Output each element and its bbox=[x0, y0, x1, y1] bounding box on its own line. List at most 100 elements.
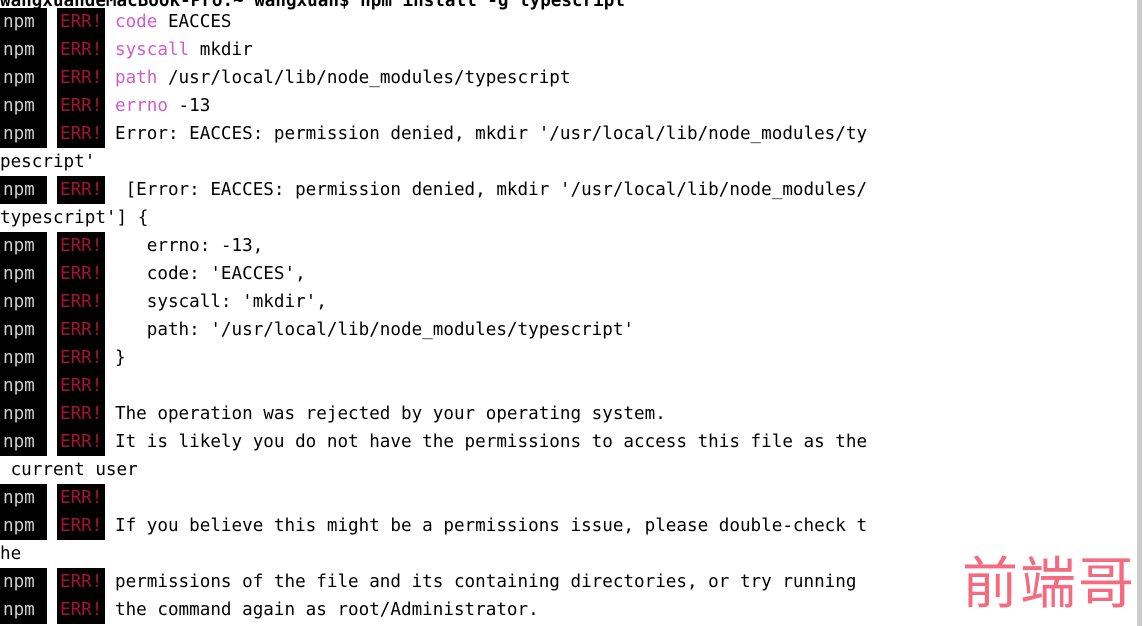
npm-error-line: npm ERR! If you believe this might be a p… bbox=[0, 512, 1140, 540]
npm-error-text: If you believe this might be a permissio… bbox=[115, 516, 868, 536]
prefix-spacer bbox=[105, 176, 115, 204]
prefix-spacer bbox=[105, 36, 115, 64]
prefix-spacer bbox=[105, 64, 115, 92]
npm-error-text: EACCES bbox=[157, 12, 232, 32]
npm-prefix-badge: npm bbox=[0, 428, 47, 456]
window-edge-divider bbox=[1137, 0, 1140, 626]
npm-error-text: permissions of the file and its containi… bbox=[115, 572, 857, 592]
prefix-spacer bbox=[105, 400, 115, 428]
prefix-spacer bbox=[105, 120, 115, 148]
err-prefix-badge: ERR! bbox=[57, 36, 105, 64]
npm-error-line: npm ERR! Error: EACCES: permission denied… bbox=[0, 120, 1140, 148]
err-prefix-badge: ERR! bbox=[57, 596, 105, 624]
prefix-spacer bbox=[105, 596, 115, 624]
npm-error-text: typescript'] { bbox=[0, 208, 149, 228]
npm-prefix-badge: npm bbox=[0, 260, 47, 288]
npm-prefix-badge: npm bbox=[0, 596, 47, 624]
npm-error-text: Error: EACCES: permission denied, mkdir … bbox=[115, 124, 868, 144]
terminal-window[interactable]: wangxuandeMacBook-Pro:~ wangxuan$ npm in… bbox=[0, 0, 1142, 626]
npm-error-line: npm ERR! [Error: EACCES: permission denie… bbox=[0, 176, 1140, 204]
prefix-spacer bbox=[105, 512, 115, 540]
npm-error-line-wrapped: current user bbox=[0, 456, 1140, 484]
npm-prefix-badge: npm bbox=[0, 92, 47, 120]
prefix-spacer bbox=[105, 232, 115, 260]
npm-error-text: path: '/usr/local/lib/node_modules/types… bbox=[115, 320, 635, 340]
err-prefix-badge: ERR! bbox=[57, 400, 105, 428]
err-prefix-badge: ERR! bbox=[57, 484, 105, 512]
npm-error-text: current user bbox=[0, 460, 138, 480]
npm-prefix-badge: npm bbox=[0, 64, 47, 92]
npm-error-line: npm ERR! errno -13 bbox=[0, 92, 1140, 120]
npm-error-line: npm ERR! path /usr/local/lib/node_modules… bbox=[0, 64, 1140, 92]
npm-error-line-wrapped: pescript' bbox=[0, 148, 1140, 176]
npm-prefix-badge: npm bbox=[0, 232, 47, 260]
err-prefix-badge: ERR! bbox=[57, 288, 105, 316]
err-prefix-badge: ERR! bbox=[57, 512, 105, 540]
prefix-spacer bbox=[105, 288, 115, 316]
prefix-spacer bbox=[105, 8, 115, 36]
npm-error-text: mkdir bbox=[189, 40, 253, 60]
npm-error-line: npm ERR! It is likely you do not have the… bbox=[0, 428, 1140, 456]
err-prefix-badge: ERR! bbox=[57, 64, 105, 92]
npm-error-line: npm ERR! errno: -13, bbox=[0, 232, 1140, 260]
npm-error-line: npm ERR! permissions of the file and its … bbox=[0, 568, 1140, 596]
err-prefix-badge: ERR! bbox=[57, 568, 105, 596]
err-prefix-badge: ERR! bbox=[57, 344, 105, 372]
npm-error-line: npm ERR! } bbox=[0, 344, 1140, 372]
npm-error-line: npm ERR! syscall mkdir bbox=[0, 36, 1140, 64]
err-prefix-badge: ERR! bbox=[57, 120, 105, 148]
prefix-spacer bbox=[105, 92, 115, 120]
err-prefix-badge: ERR! bbox=[57, 8, 105, 36]
err-prefix-badge: ERR! bbox=[57, 92, 105, 120]
npm-prefix-badge: npm bbox=[0, 512, 47, 540]
npm-prefix-badge: npm bbox=[0, 400, 47, 428]
npm-prefix-badge: npm bbox=[0, 36, 47, 64]
npm-error-line: npm ERR! syscall: 'mkdir', bbox=[0, 288, 1140, 316]
npm-error-text: } bbox=[115, 348, 126, 368]
err-prefix-badge: ERR! bbox=[57, 260, 105, 288]
npm-error-line: npm ERR! the command again as root/Admini… bbox=[0, 596, 1140, 624]
err-prefix-badge: ERR! bbox=[57, 428, 105, 456]
npm-prefix-badge: npm bbox=[0, 484, 47, 512]
npm-error-line: npm ERR! The operation was rejected by yo… bbox=[0, 400, 1140, 428]
npm-prefix-badge: npm bbox=[0, 344, 47, 372]
npm-error-keyword: syscall bbox=[115, 40, 190, 60]
npm-error-line: npm ERR! code: 'EACCES', bbox=[0, 260, 1140, 288]
npm-error-line: npm ERR! bbox=[0, 484, 1140, 512]
npm-error-text: [Error: EACCES: permission denied, mkdir… bbox=[115, 180, 868, 200]
npm-error-text: the command again as root/Administrator. bbox=[115, 600, 539, 620]
npm-prefix-badge: npm bbox=[0, 316, 47, 344]
npm-error-keyword: path bbox=[115, 68, 158, 88]
prefix-spacer bbox=[105, 428, 115, 456]
npm-error-line: npm ERR! path: '/usr/local/lib/node_modul… bbox=[0, 316, 1140, 344]
prefix-spacer bbox=[105, 316, 115, 344]
npm-error-line: npm ERR! bbox=[0, 372, 1140, 400]
terminal-output: npm ERR! code EACCES npm ERR! syscall mkdir… bbox=[0, 8, 1140, 624]
npm-error-line: npm ERR! code EACCES bbox=[0, 8, 1140, 36]
npm-prefix-badge: npm bbox=[0, 372, 47, 400]
npm-prefix-badge: npm bbox=[0, 176, 47, 204]
err-prefix-badge: ERR! bbox=[57, 176, 105, 204]
npm-error-text: The operation was rejected by your opera… bbox=[115, 404, 666, 424]
npm-error-line-wrapped: typescript'] { bbox=[0, 204, 1140, 232]
npm-prefix-badge: npm bbox=[0, 288, 47, 316]
prefix-spacer bbox=[105, 568, 115, 596]
npm-error-text: he bbox=[0, 544, 22, 564]
npm-error-text: code: 'EACCES', bbox=[115, 264, 306, 284]
prefix-spacer bbox=[105, 484, 115, 512]
npm-error-text: -13 bbox=[167, 96, 211, 116]
npm-error-text: It is likely you do not have the permiss… bbox=[115, 432, 868, 452]
npm-error-text: pescript' bbox=[0, 152, 96, 172]
prefix-spacer bbox=[105, 372, 115, 400]
err-prefix-badge: ERR! bbox=[57, 232, 105, 260]
npm-prefix-badge: npm bbox=[0, 120, 47, 148]
npm-error-text: syscall: 'mkdir', bbox=[115, 292, 327, 312]
npm-error-text: errno: -13, bbox=[115, 236, 264, 256]
npm-prefix-badge: npm bbox=[0, 8, 47, 36]
prefix-spacer bbox=[105, 344, 115, 372]
prefix-spacer bbox=[105, 260, 115, 288]
npm-error-text: /usr/local/lib/node_modules/typescript bbox=[157, 68, 571, 88]
npm-prefix-badge: npm bbox=[0, 568, 47, 596]
err-prefix-badge: ERR! bbox=[57, 372, 105, 400]
npm-error-line-wrapped: he bbox=[0, 540, 1140, 568]
